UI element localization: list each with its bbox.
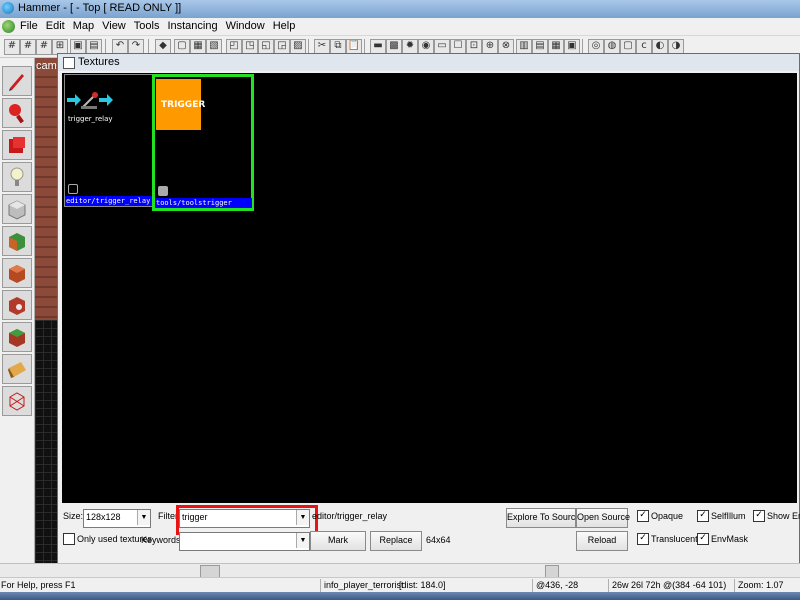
menu-help[interactable]: Help [271, 20, 302, 32]
grid-larger-icon[interactable]: # [36, 39, 52, 55]
mark-button[interactable]: Mark [310, 531, 366, 551]
chevron-down-icon[interactable]: ▼ [137, 510, 150, 525]
size-dropdown[interactable]: 128x128 ▼ [83, 509, 151, 528]
filter-highlight-annotation [176, 505, 318, 535]
texture-application-tool[interactable] [2, 226, 32, 256]
texture-browser[interactable]: trigger_relay editor/trigger_relay TRIGG… [62, 73, 797, 503]
size-dropdown-value: 128x128 [86, 512, 121, 522]
envmask-label: EnvMask [711, 534, 749, 544]
texture-tile-trigger-relay[interactable]: trigger_relay editor/trigger_relay [64, 74, 156, 207]
trigger-relay-icon [67, 92, 113, 109]
textured-cube-icon [9, 233, 25, 251]
selfillum-checkbox[interactable]: ✓ [697, 510, 709, 522]
size-label: Size: [63, 511, 84, 521]
textures-titlebar[interactable]: Textures [58, 54, 799, 71]
tool-palette [0, 58, 35, 580]
show-errors-label: Show Erro [767, 511, 800, 521]
translucent-checkbox[interactable]: ✓ [637, 533, 649, 545]
block-tool[interactable] [2, 194, 32, 224]
overlay-tool[interactable] [2, 322, 32, 352]
status-bar: For Help, press F1 info_player_terrorist… [0, 577, 800, 592]
status-distance: [dist: 184.0] [399, 580, 446, 590]
translucent-label: Translucent [651, 534, 698, 544]
status-size: 26w 26l 72h @(384 -64 101) [608, 579, 736, 592]
title-bar: Hammer - [ - Top [ READ ONLY ]] [0, 0, 800, 18]
opaque-label: Opaque [651, 511, 684, 521]
entity-tool[interactable] [2, 162, 32, 192]
overlay-cube-icon [9, 329, 25, 347]
gray-cube-icon [8, 200, 26, 220]
apply-texture-tool[interactable] [2, 258, 32, 288]
light-bulb-icon [10, 167, 24, 186]
decal-cube-icon [9, 297, 25, 315]
clip-wedge-icon [8, 362, 26, 378]
chevron-down-icon[interactable]: ▼ [296, 533, 309, 548]
status-cursor: @436, -28 [532, 579, 610, 592]
explore-to-source-button[interactable]: Explore To Source [506, 508, 580, 528]
open-source-button[interactable]: Open Source [576, 508, 630, 528]
texture-flag-icon [158, 186, 168, 196]
magnify-tool[interactable] [2, 98, 32, 128]
trigger-texture-swatch: TRIGGER [156, 79, 205, 130]
document-icon[interactable] [2, 20, 15, 33]
vertex-tool[interactable] [2, 386, 32, 416]
window-title: Hammer - [ - Top [ READ ONLY ]] [18, 2, 182, 14]
texture-caption-trigger-relay: editor/trigger_relay [65, 196, 156, 206]
menu-bar: File Edit Map View Tools Instancing Wind… [0, 18, 800, 36]
keywords-dropdown[interactable]: ▼ [179, 532, 310, 551]
2d-viewport[interactable] [35, 320, 59, 580]
os-taskbar [0, 592, 800, 600]
decal-tool[interactable] [2, 290, 32, 320]
opaque-checkbox[interactable]: ✓ [637, 510, 649, 522]
menu-file[interactable]: File [18, 20, 44, 32]
hammer-app-icon [2, 2, 14, 14]
menu-edit[interactable]: Edit [44, 20, 71, 32]
textures-window: Textures trigger_relay editor/trigger_re… [57, 53, 800, 575]
pointer-arrow-icon [9, 74, 24, 91]
status-help: For Help, press F1 [1, 580, 76, 590]
status-selection: info_player_terrorist [320, 579, 404, 592]
replace-button[interactable]: Replace [370, 531, 422, 551]
only-used-textures-checkbox[interactable] [63, 533, 75, 545]
textures-title: Textures [78, 56, 120, 68]
texture-flag-icon [68, 184, 78, 194]
menu-instancing[interactable]: Instancing [165, 20, 223, 32]
texture-label-trigger-relay: trigger_relay [68, 115, 113, 123]
magnifier-icon [9, 104, 24, 124]
horizontal-scrollbar[interactable] [0, 563, 800, 578]
grid-toggle-icon[interactable]: # [4, 39, 20, 55]
menu-tools[interactable]: Tools [132, 20, 166, 32]
status-zoom: Zoom: 1.07 [734, 579, 800, 592]
texture-tile-toolstrigger[interactable]: TRIGGER tools/toolstrigger [152, 74, 254, 211]
camera-icon [9, 137, 25, 153]
envmask-checkbox[interactable]: ✓ [697, 533, 709, 545]
grid-smaller-icon[interactable]: # [20, 39, 36, 55]
menu-view[interactable]: View [100, 20, 132, 32]
show-errors-checkbox[interactable]: ✓ [753, 510, 765, 522]
menu-window[interactable]: Window [224, 20, 271, 32]
texture-dimensions: 64x64 [426, 535, 451, 545]
orange-cube-icon [9, 265, 25, 283]
selection-tool[interactable] [2, 66, 32, 96]
current-texture-name: editor/trigger_relay [312, 511, 388, 521]
clipping-tool[interactable] [2, 354, 32, 384]
texture-caption-toolstrigger: tools/toolstrigger [155, 198, 252, 208]
camera-viewport[interactable]: came [35, 58, 63, 320]
reload-button[interactable]: Reload [576, 531, 628, 551]
trigger-swatch-label: TRIGGER [161, 100, 206, 110]
vertex-cube-icon [9, 392, 25, 411]
menu-map[interactable]: Map [71, 20, 100, 32]
selfillum-label: SelfIllum [711, 511, 746, 521]
camera-tool[interactable] [2, 130, 32, 160]
keywords-label: Keywords: [141, 535, 184, 545]
window-icon [63, 57, 75, 69]
